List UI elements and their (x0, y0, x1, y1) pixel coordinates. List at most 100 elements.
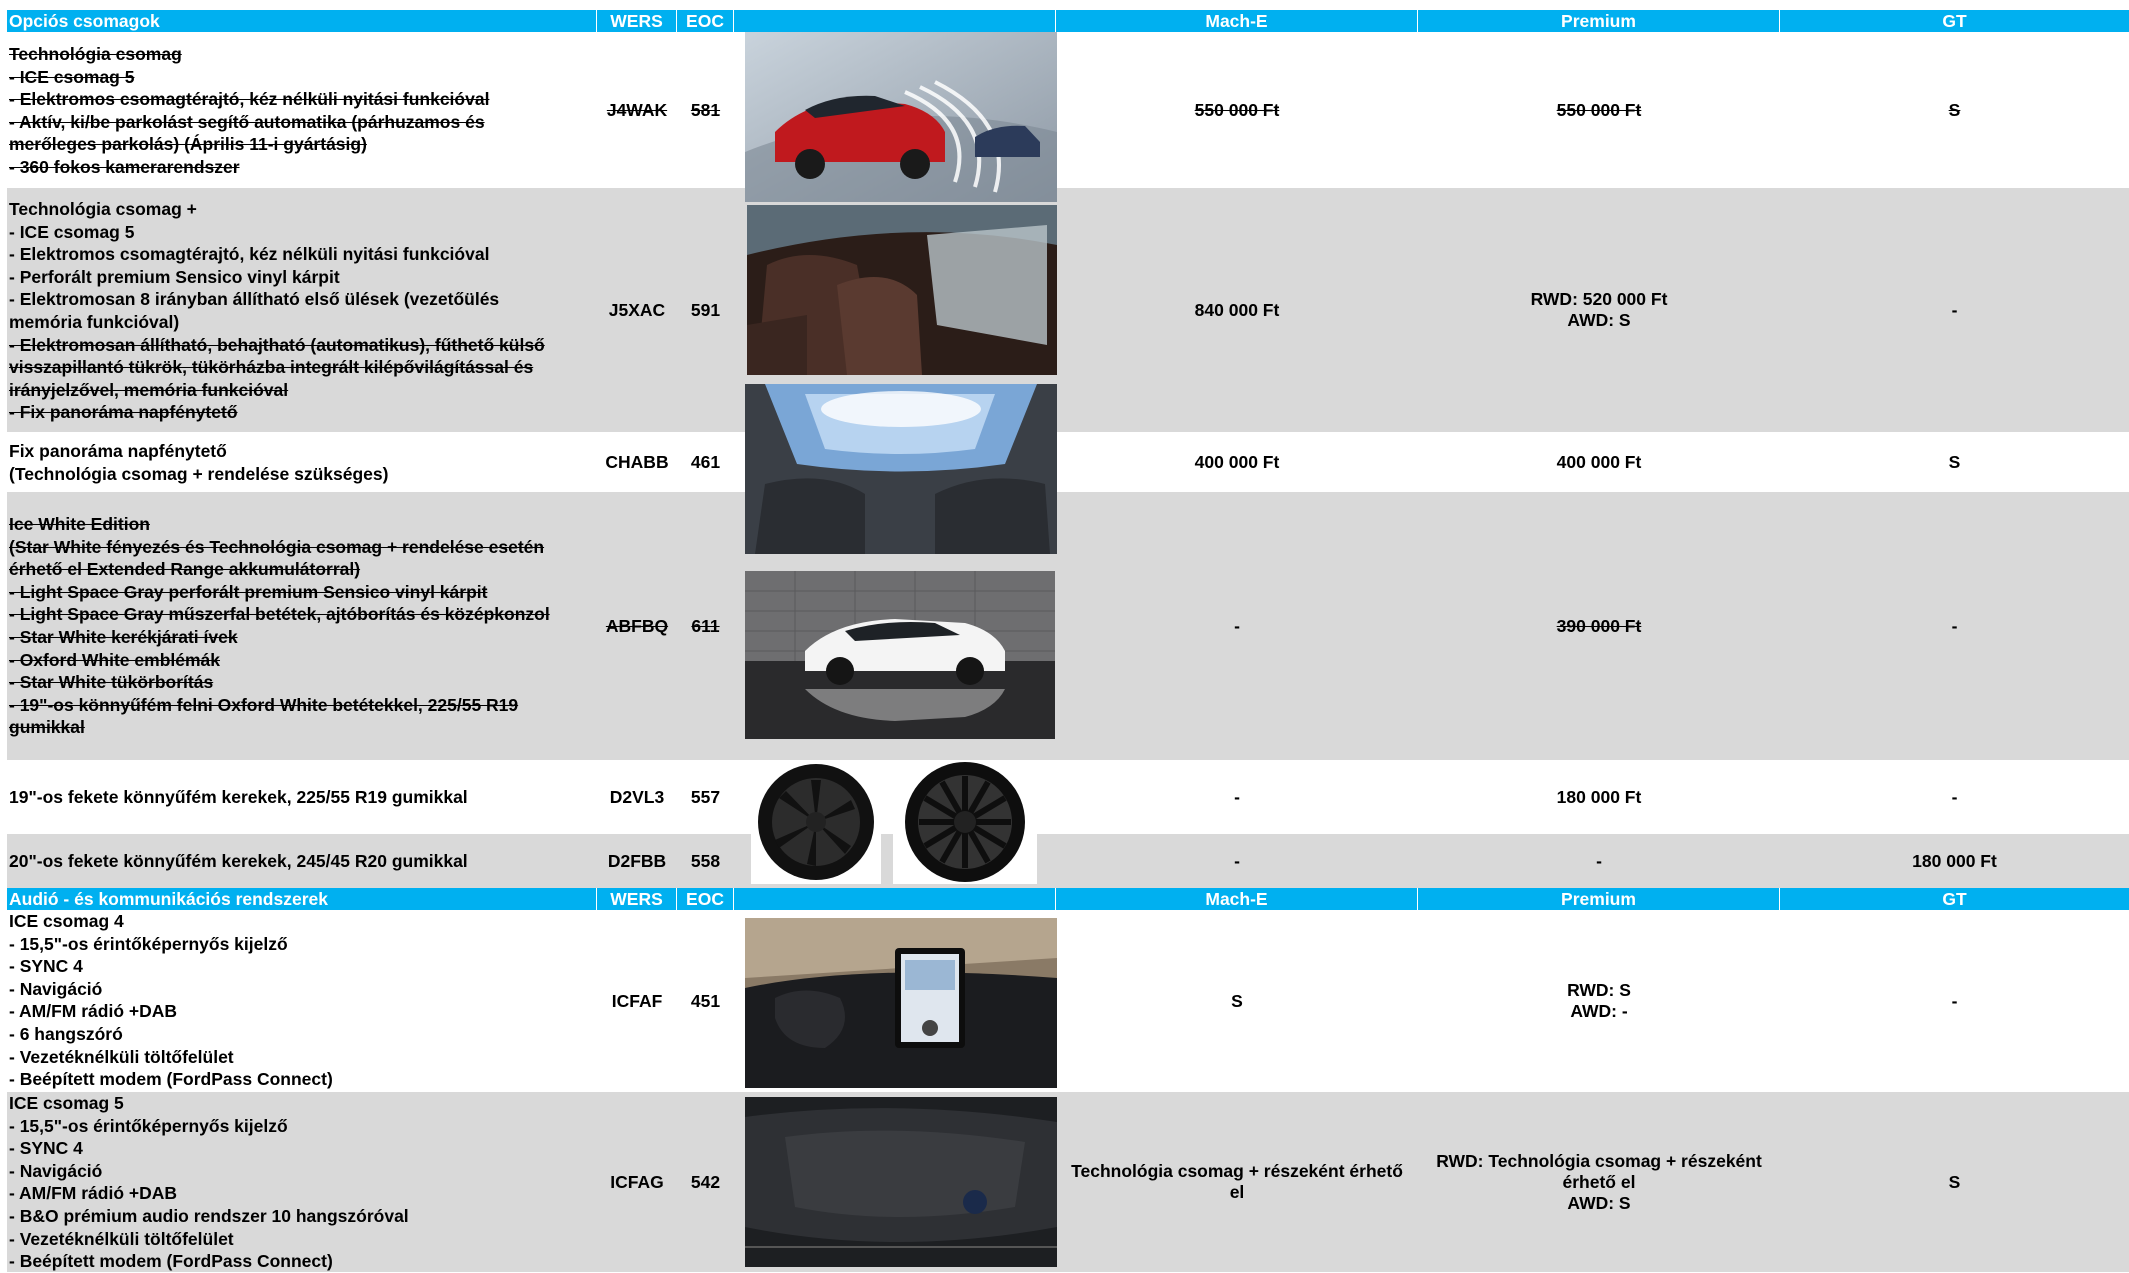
desc-line: 19"-os fekete könnyűfém kerekek, 225/55 … (9, 786, 468, 807)
wheel20-photo (893, 760, 1037, 884)
desc-line: - Elektromos csomagtérajtó, kéz nélküli … (9, 89, 490, 110)
header-gt: GT (1942, 10, 1967, 31)
desc-line: - Fix panoráma napfénytető (9, 402, 238, 423)
price-line: AWD: - (1570, 1001, 1628, 1021)
desc-line: - Elektromosan 8 irányban állítható első… (9, 289, 500, 310)
desc-line: gumikkal (9, 717, 85, 738)
section-header-audio: Audió - és kommunikációs rendszerek WERS… (7, 888, 2129, 910)
red-car-image (745, 32, 1057, 202)
desc-line: - Vezetéknélküli töltőfelület (9, 1228, 234, 1249)
dashboard-photo (745, 918, 1057, 1088)
price-line: el (1229, 1182, 1245, 1202)
desc-line: - AM/FM rádió +DAB (9, 1183, 178, 1204)
header-mach-e: Mach-E (1056, 888, 1418, 910)
eoc-code: 581 (690, 99, 721, 120)
header-wers: WERS (597, 10, 677, 32)
price-line: érhető el (1562, 1171, 1636, 1192)
desc-line: - ICE csomag 5 (9, 221, 135, 242)
black-20-wheel-icon (905, 762, 1025, 882)
header-premium: Premium (1418, 888, 1780, 910)
eoc-code: 591 (690, 299, 721, 320)
price-premium: 400 000 Ft (1556, 451, 1642, 472)
option-description: Technológia csomag + - ICE csomag 5 - El… (7, 188, 597, 432)
desc-line: - Aktív, ki/be parkolást segítő automati… (9, 111, 485, 132)
desc-line: - 19"-os könnyűfém felni Oxford White be… (9, 694, 519, 715)
option-description: Ice White Edition (Star White fényezés é… (7, 492, 597, 760)
option-description: 20"-os fekete könnyűfém kerekek, 245/45 … (7, 834, 597, 888)
desc-line: Ice White Edition (9, 514, 150, 534)
price-premium: RWD: S AWD: - (1418, 910, 1780, 1092)
header-image-col (734, 10, 1056, 32)
desc-line: - Navigáció (9, 1160, 103, 1181)
eoc-code: 557 (690, 786, 721, 807)
desc-line: merőleges parkolás) (Április 11-i gyártá… (9, 134, 367, 155)
black-19-wheel-icon (758, 764, 874, 880)
desc-line: érhető el Extended Range akkumulátorral) (9, 559, 361, 580)
price-mach-e: 840 000 Ft (1194, 299, 1280, 320)
desc-line: 20"-os fekete könnyűfém kerekek, 245/45 … (9, 850, 468, 871)
eoc-code: 558 (690, 850, 721, 871)
desc-line: ICE csomag 4 (9, 911, 124, 931)
header-wers: WERS (597, 888, 677, 910)
price-gt: S (1948, 99, 1961, 120)
price-gt: - (1951, 786, 1958, 807)
desc-line: - 15,5"-os érintőképernyős kijelző (9, 933, 288, 954)
desc-line: - 360 fokos kamerarendszer (9, 156, 240, 177)
panoramic-roof-photo (745, 384, 1057, 554)
red-car-photo (745, 32, 1057, 202)
dashboard-image (745, 918, 1057, 1088)
table-row: 20"-os fekete könnyűfém kerekek, 245/45 … (7, 834, 2129, 888)
price-line: RWD: S (1567, 980, 1631, 1000)
desc-line: - Beépített modem (FordPass Connect) (9, 1069, 333, 1090)
options-sheet: Opciós csomagok WERS EOC Mach-E Premium … (0, 0, 2129, 1272)
price-gt: S (1948, 1171, 1961, 1192)
desc-line: Technológia csomag (9, 44, 182, 64)
price-premium: - (1596, 850, 1602, 871)
wers-code: CHABB (605, 451, 669, 472)
desc-line: - Perforált premium Sensico vinyl kárpit (9, 266, 340, 287)
desc-line: visszapillantó tükrök, tükörházba integr… (9, 357, 534, 378)
table-row: Technológia csomag + - ICE csomag 5 - El… (7, 188, 2129, 432)
desc-line: - ICE csomag 5 (9, 66, 135, 87)
price-premium: 390 000 Ft (1556, 615, 1642, 636)
table-row: Ice White Edition (Star White fényezés é… (7, 492, 2129, 760)
header-gt: GT (1942, 888, 1967, 909)
desc-line: - 6 hangszóró (9, 1023, 123, 1044)
desc-line: - Light Space Gray műszerfal betétek, aj… (9, 604, 550, 625)
wheel19-photo (751, 760, 881, 884)
wers-code: J4WAK (606, 99, 668, 120)
desc-line: (Technológia csomag + rendelése szüksége… (9, 463, 389, 484)
price-premium: RWD: 520 000 Ft AWD: S (1418, 188, 1780, 432)
price-gt: - (1951, 299, 1958, 320)
price-mach-e: - (1234, 615, 1240, 636)
eoc-code: 451 (690, 990, 721, 1011)
table-row: Technológia csomag - ICE csomag 5 - Elek… (7, 32, 2129, 188)
price-line: AWD: S (1567, 310, 1631, 330)
price-gt: - (1951, 990, 1958, 1011)
desc-line: Fix panoráma napfénytető (9, 441, 227, 461)
price-gt: - (1951, 615, 1958, 636)
desc-line: - Elektromos csomagtérajtó, kéz nélküli … (9, 244, 490, 265)
roof-image (745, 384, 1057, 554)
bo-speaker-image (745, 1097, 1057, 1267)
desc-line: (Star White fényezés és Technológia csom… (9, 536, 545, 557)
desc-line: - Vezetéknélküli töltőfelület (9, 1046, 234, 1067)
desc-line: Technológia csomag + (9, 199, 197, 219)
price-gt: S (1948, 451, 1961, 472)
price-mach-e: 550 000 Ft (1194, 99, 1280, 120)
price-gt: 180 000 Ft (1912, 850, 1997, 871)
desc-line: ICE csomag 5 (9, 1093, 124, 1113)
price-line: Technológia csomag + részeként érhető (1071, 1161, 1403, 1181)
header-mach-e: Mach-E (1056, 10, 1418, 32)
option-description: 19"-os fekete könnyűfém kerekek, 225/55 … (7, 760, 597, 834)
desc-line: - B&O prémium audio rendszer 10 hangszór… (9, 1205, 409, 1226)
header-eoc: EOC (677, 10, 734, 32)
wers-code: D2VL3 (609, 786, 665, 807)
table-row: ICE csomag 5 - 15,5"-os érintőképernyős … (7, 1092, 2129, 1272)
section-header-options: Opciós csomagok WERS EOC Mach-E Premium … (7, 10, 2129, 32)
desc-line: - Elektromosan állítható, behajtható (au… (9, 334, 545, 355)
option-description: ICE csomag 5 - 15,5"-os érintőképernyős … (7, 1092, 597, 1272)
price-mach-e: Technológia csomag + részeként érhető el (1056, 1092, 1418, 1272)
wers-code: J5XAC (608, 299, 666, 320)
wers-code: ABFBQ (605, 615, 669, 636)
